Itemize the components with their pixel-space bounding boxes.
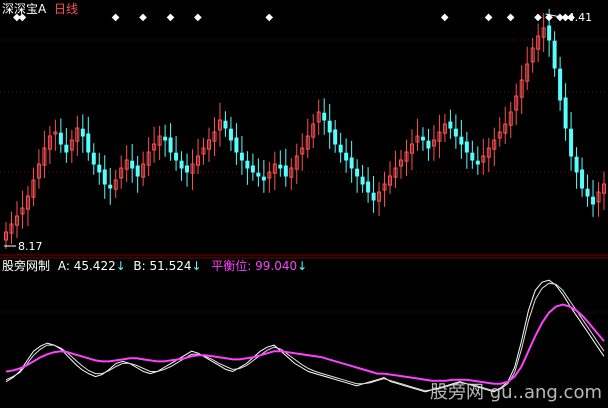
candle-body xyxy=(86,133,91,153)
candle-body xyxy=(185,165,190,173)
candle-body xyxy=(223,120,228,129)
indicator-name: 股旁网制 xyxy=(2,259,51,273)
candle-body xyxy=(459,136,464,145)
signal-marker: ◆ xyxy=(441,12,449,23)
candle-body xyxy=(174,152,179,161)
signal-marker: ◆ xyxy=(194,12,202,23)
candle-body xyxy=(344,152,349,161)
b-label: B: xyxy=(133,259,146,273)
candle-body xyxy=(591,196,596,205)
candle-body xyxy=(250,165,255,173)
indicator-legend: 股旁网制 A: 45.422↓, B: 51.524↓, 平衡位: 99.040… xyxy=(2,259,311,273)
b-arrow: ↓ xyxy=(191,259,202,273)
candle-body xyxy=(360,176,365,185)
signal-marker: ◆ xyxy=(139,12,147,23)
period-label: 日线 xyxy=(54,2,79,16)
candle-body xyxy=(245,160,250,169)
indicator-line-A xyxy=(5,279,605,393)
candle-body xyxy=(256,172,261,177)
candle-body xyxy=(234,137,239,153)
indicator-line-平衡位 xyxy=(5,303,605,385)
chart-header: 深深宝A 日线 xyxy=(2,2,78,16)
balance-value: 99.040 xyxy=(255,259,298,273)
candle-body xyxy=(333,129,338,145)
low-price-label: 8.17 xyxy=(18,240,43,253)
candle-body xyxy=(470,152,475,161)
watermark: 股旁网 gu..ang.com xyxy=(429,382,602,403)
candle-body xyxy=(338,144,343,153)
candle-body xyxy=(453,128,458,137)
candle-body xyxy=(108,184,113,189)
candle-body xyxy=(91,152,96,165)
candle-body xyxy=(322,112,327,121)
a-value: 45.422 xyxy=(73,259,116,273)
candle-body xyxy=(547,25,552,41)
candle-body xyxy=(261,176,266,181)
signal-marker: ◆ xyxy=(485,12,493,23)
candle-body xyxy=(80,128,85,137)
candle-body xyxy=(371,192,376,201)
candle-body xyxy=(130,160,135,169)
candle-body xyxy=(97,164,102,173)
b-value: 51.524 xyxy=(149,259,192,273)
candle-body xyxy=(349,157,354,169)
candle-body xyxy=(278,164,283,169)
signal-marker: ◆ xyxy=(507,12,515,23)
candle-body xyxy=(569,128,574,157)
candle-body xyxy=(448,121,453,129)
candle-body xyxy=(168,137,173,153)
a-arrow: ↓ xyxy=(115,259,126,273)
candle-body xyxy=(563,97,568,129)
candle-body xyxy=(239,152,244,161)
balance-label: 平衡位: xyxy=(211,259,252,273)
stock-chart-window[interactable]: ◆◆◆◆◆◆◆◆◆◆◆◆◆◆◆4.418.17 深深宝A 日线 股旁网制 A: … xyxy=(0,0,608,408)
signal-marker: ◆ xyxy=(112,12,120,23)
candle-body xyxy=(574,156,579,173)
balance-arrow: ↓ xyxy=(297,259,308,273)
indicator-line-B xyxy=(5,282,605,392)
high-price-label: 4.41 xyxy=(568,11,593,24)
candle-body xyxy=(58,132,63,145)
signal-marker: ◆ xyxy=(167,12,175,23)
candle-body xyxy=(102,169,107,185)
candle-body xyxy=(475,160,480,165)
app-name: 深深宝A xyxy=(2,2,47,16)
candle-body xyxy=(580,169,585,189)
candle-body xyxy=(426,140,431,149)
candle-body xyxy=(585,188,590,197)
candle-body xyxy=(464,141,469,153)
candle-body xyxy=(179,160,184,169)
chart-canvas[interactable]: ◆◆◆◆◆◆◆◆◆◆◆◆◆◆◆4.418.17 xyxy=(0,0,608,408)
signal-marker: ◆ xyxy=(534,12,542,23)
candle-body xyxy=(283,165,288,177)
candle-body xyxy=(552,40,557,69)
a-label: A: xyxy=(57,259,70,273)
candle-body xyxy=(135,165,140,177)
candle-body xyxy=(228,128,233,141)
candle-body xyxy=(366,181,371,193)
candle-body xyxy=(420,136,425,141)
candle-body xyxy=(355,168,360,177)
candle-body xyxy=(64,144,69,153)
candle-body xyxy=(558,68,563,101)
signal-marker: ◆ xyxy=(265,12,273,23)
candle-body xyxy=(163,136,168,141)
candle-body xyxy=(327,120,332,133)
